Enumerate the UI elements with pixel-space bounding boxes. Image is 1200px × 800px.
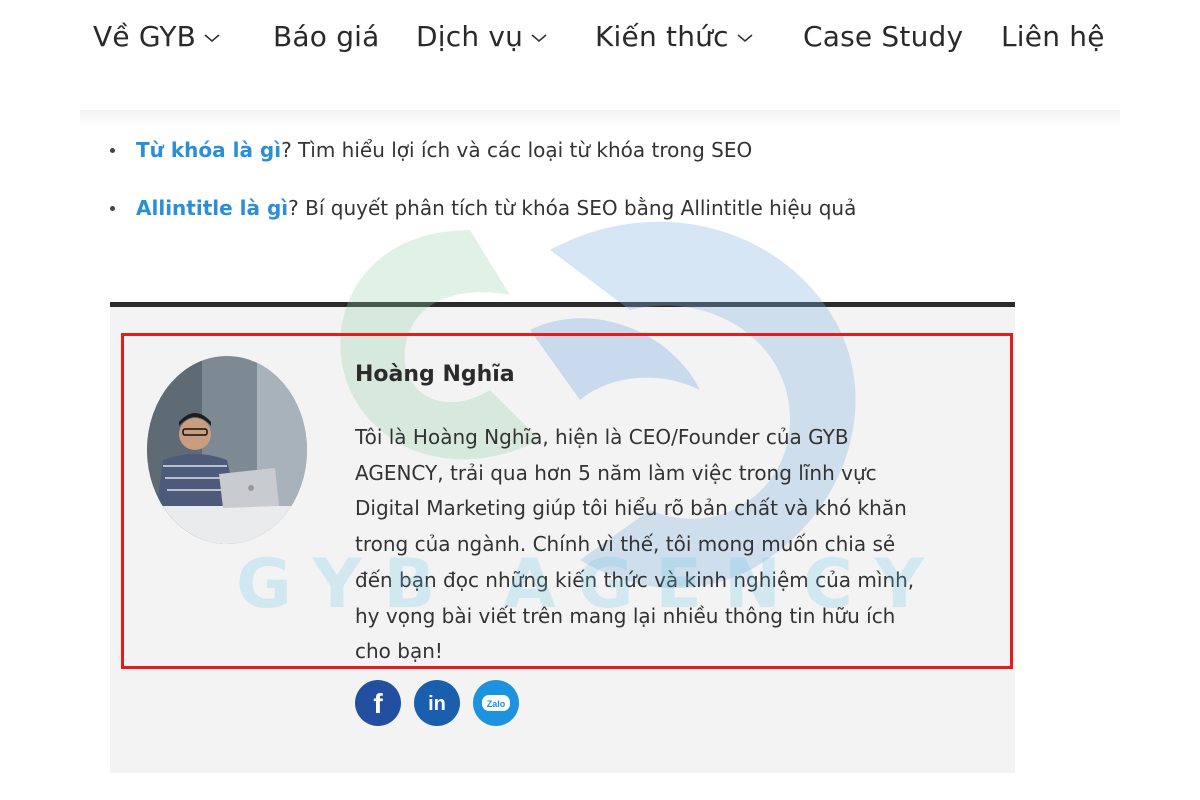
author-bio-line: đến bạn đọc những kiến thức và kinh nghi… — [355, 567, 915, 592]
facebook-link[interactable]: f — [355, 680, 401, 726]
bullet-icon — [110, 206, 115, 211]
nav-item-label: Kiến thức — [595, 20, 729, 53]
svg-text:Zalo: Zalo — [487, 699, 506, 709]
nav-item-label: Dịch vụ — [416, 20, 524, 53]
svg-text:f: f — [373, 688, 383, 719]
author-bio-line: AGENCY, trải qua hơn 5 năm làm việc tron… — [355, 460, 877, 485]
author-bio-line: Tôi là Hoàng Nghĩa, hiện là CEO/Founder … — [355, 425, 849, 449]
bullet-icon — [110, 148, 115, 153]
nav-item-label: Về GYB — [93, 20, 197, 53]
nav-item-kien-thuc[interactable]: Kiến thức — [595, 20, 753, 53]
author-name[interactable]: Hoàng Nghĩa — [355, 362, 515, 387]
author-bio: Tôi là Hoàng Nghĩa, hiện là CEO/Founder … — [355, 420, 995, 670]
linkedin-link[interactable]: in — [414, 680, 460, 726]
facebook-icon: f — [355, 680, 401, 726]
nav-item-label: Báo giá — [273, 20, 380, 53]
chevron-down-icon — [531, 33, 547, 43]
nav-item-dich-vu[interactable]: Dịch vụ — [416, 20, 547, 53]
main-nav: Về GYB Báo giá Dịch vụ Kiến thức Case St… — [0, 0, 1200, 80]
nav-item-label: Liên hệ — [1001, 20, 1105, 53]
list-item: Allintitle là gì? Bí quyết phân tích từ … — [106, 192, 856, 250]
chevron-down-icon — [737, 33, 753, 43]
related-links-list: Từ khóa là gì? Tìm hiểu lợi ích và các l… — [106, 134, 856, 250]
zalo-icon: Zalo — [473, 680, 519, 726]
chevron-down-icon — [204, 33, 220, 43]
nav-item-lien-he[interactable]: Liên hệ — [1001, 20, 1105, 53]
related-link-description: ? Bí quyết phân tích từ khóa SEO bằng Al… — [288, 196, 857, 220]
list-item: Từ khóa là gì? Tìm hiểu lợi ích và các l… — [106, 134, 856, 192]
author-avatar — [147, 356, 307, 544]
nav-item-ve-gyb[interactable]: Về GYB — [93, 20, 220, 53]
author-bio-line: cho bạn! — [355, 639, 443, 664]
author-bio-line: trong của ngành. Chính vì thế, tôi mong … — [355, 532, 896, 557]
author-bio-line: Digital Marketing giúp tôi hiểu rõ bản c… — [355, 496, 907, 521]
related-link-tu-khoa[interactable]: Từ khóa là gì — [136, 138, 281, 162]
linkedin-icon: in — [414, 680, 460, 726]
nav-item-case-study[interactable]: Case Study — [803, 20, 963, 53]
author-bio-line: hy vọng bài viết trên mang lại nhiều thô… — [355, 603, 896, 628]
related-link-allintitle[interactable]: Allintitle là gì — [136, 196, 288, 220]
svg-text:in: in — [428, 693, 446, 715]
zalo-link[interactable]: Zalo — [473, 680, 519, 726]
nav-item-label: Case Study — [803, 20, 964, 53]
related-link-description: ? Tìm hiểu lợi ích và các loại từ khóa t… — [281, 138, 753, 162]
content-top-shadow — [80, 110, 1120, 128]
nav-item-bao-gia[interactable]: Báo giá — [273, 20, 380, 53]
